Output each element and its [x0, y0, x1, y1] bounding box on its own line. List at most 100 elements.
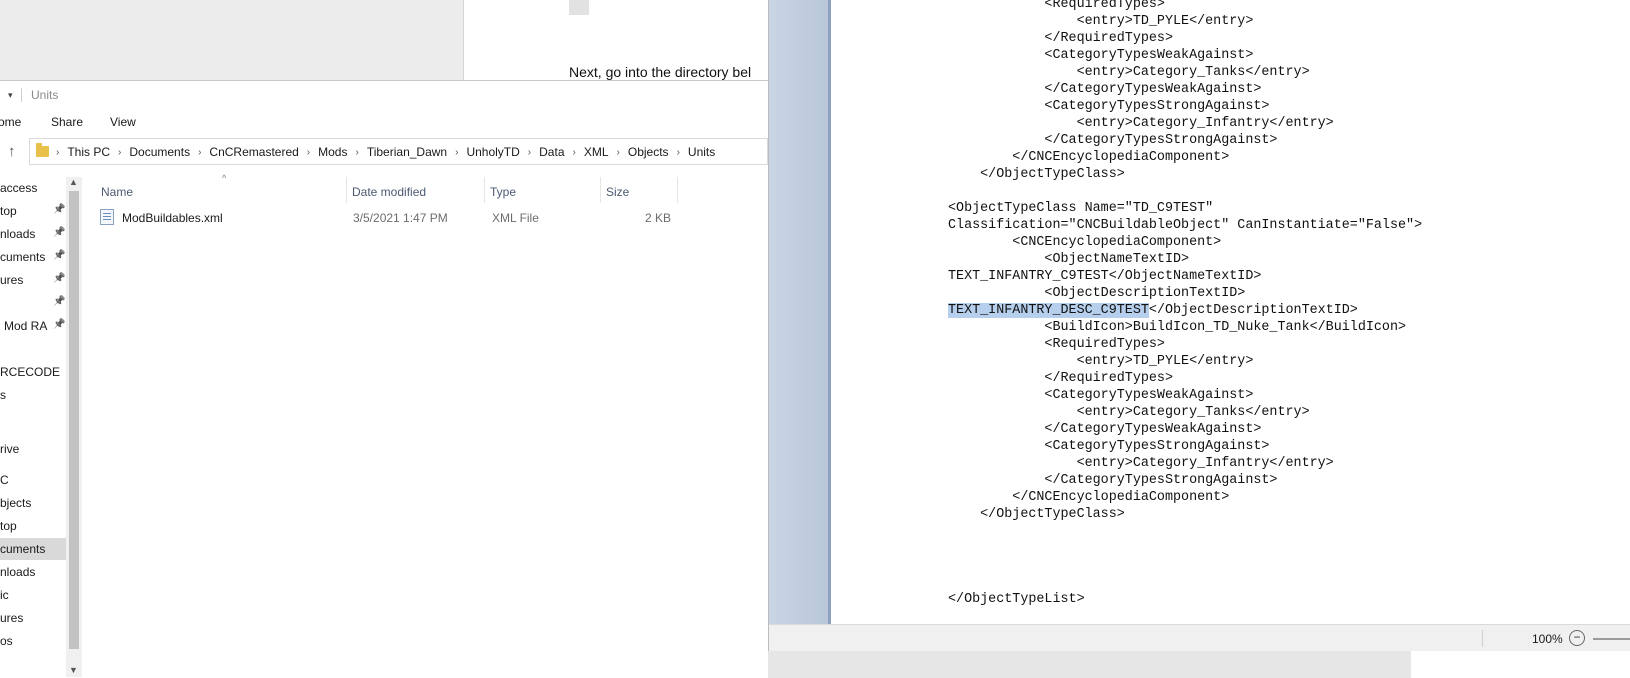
pin-icon[interactable]: 📌 — [53, 273, 65, 284]
selected-text[interactable]: TEXT_INFANTRY_DESC_C9TEST — [948, 303, 1149, 318]
chevron-right-icon[interactable]: › — [677, 147, 680, 158]
nav-item[interactable]: ic — [0, 584, 66, 606]
column-headers: ^ Name Date modified Type Size — [82, 173, 768, 205]
zoom-slider[interactable] — [1593, 638, 1630, 640]
nav-item[interactable]: cuments 📌 — [0, 246, 66, 268]
pin-icon[interactable]: 📌 — [53, 319, 65, 330]
breadcrumb-item[interactable]: Tiberian_Dawn — [367, 145, 447, 159]
nav-item[interactable]: os — [0, 630, 66, 652]
pin-icon[interactable]: 📌 — [53, 227, 65, 238]
breadcrumb-item[interactable]: UnholyTD — [466, 145, 519, 159]
column-divider[interactable] — [677, 177, 678, 203]
background-doc-image — [569, 0, 589, 15]
pin-icon[interactable]: 📌 — [53, 250, 65, 261]
breadcrumb-segment: › XML — [573, 145, 617, 159]
chevron-right-icon[interactable]: › — [528, 147, 531, 158]
column-divider[interactable] — [484, 177, 485, 203]
nav-item-label: ures — [0, 273, 24, 287]
column-divider[interactable] — [346, 177, 347, 203]
breadcrumb-item[interactable]: XML — [584, 145, 609, 159]
code-line: <RequiredTypes> — [948, 0, 1165, 12]
scroll-down-icon[interactable]: ▼ — [69, 665, 78, 675]
code-line: TEXT_INFANTRY_C9TEST</ObjectNameTextID> — [948, 269, 1262, 284]
quick-access-dropdown-icon[interactable]: ▾ — [8, 90, 13, 101]
nav-item[interactable]: nloads — [0, 561, 66, 583]
chevron-right-icon[interactable]: › — [455, 147, 458, 158]
nav-item[interactable]: access — [0, 177, 66, 199]
nav-item[interactable]: s — [0, 384, 66, 406]
zoom-out-icon[interactable]: − — [1569, 630, 1585, 646]
nav-item-label: C — [0, 473, 9, 487]
zoom-level[interactable]: 100% — [1532, 632, 1563, 646]
breadcrumb-segment: › This PC — [56, 145, 118, 159]
breadcrumb-segment: › UnholyTD — [455, 145, 528, 159]
nav-item[interactable]: ures — [0, 607, 66, 629]
breadcrumb-segment: › Tiberian_Dawn — [355, 145, 455, 159]
xml-content[interactable]: <RequiredTypes> <entry>TD_PYLE</entry> <… — [948, 0, 1422, 608]
nav-item[interactable]: nloads 📌 — [0, 223, 66, 245]
code-line: Classification="CNCBuildableObject" CanI… — [948, 218, 1423, 233]
chevron-right-icon[interactable]: › — [617, 147, 620, 158]
chevron-right-icon[interactable]: › — [573, 147, 576, 158]
breadcrumb-item[interactable]: Documents — [129, 145, 190, 159]
nav-item[interactable]: Mod RA 📌 — [0, 315, 66, 337]
nav-item[interactable]: cuments — [0, 538, 66, 560]
chevron-right-icon[interactable]: › — [307, 147, 310, 158]
breadcrumb-item[interactable]: Mods — [318, 145, 347, 159]
pin-icon[interactable]: 📌 — [53, 296, 65, 307]
nav-item[interactable]: RCECODE — [0, 361, 66, 383]
breadcrumb-item[interactable]: Objects — [628, 145, 669, 159]
code-line: </RequiredTypes> — [948, 31, 1173, 46]
breadcrumb-segment: › Objects — [617, 145, 677, 159]
nav-item-label: bjects — [0, 496, 32, 510]
navigation-pane: access top 📌 nloads 📌 cuments 📌 ures 📌 📌 Mod RA 📌 RC… — [0, 177, 66, 678]
chevron-right-icon[interactable]: › — [118, 147, 121, 158]
breadcrumb-item[interactable]: Units — [688, 145, 715, 159]
tab-share[interactable]: Share — [51, 115, 83, 129]
file-list: ^ Name Date modified Type Size ModBuilda… — [82, 173, 768, 678]
breadcrumb-segment: › Documents — [118, 145, 198, 159]
nav-item[interactable]: rive — [0, 438, 66, 460]
code-line: <entry>TD_PYLE</entry> — [948, 14, 1254, 29]
column-header-date[interactable]: Date modified — [352, 185, 426, 199]
nav-item[interactable]: top — [0, 515, 66, 537]
scroll-up-icon[interactable]: ▲ — [69, 177, 78, 187]
nav-item[interactable]: bjects — [0, 492, 66, 514]
file-row[interactable]: ModBuildables.xml 3/5/2021 1:47 PM XML Fil… — [100, 207, 768, 229]
breadcrumb-segment: › Mods — [307, 145, 356, 159]
column-header-type[interactable]: Type — [490, 185, 516, 199]
nav-item[interactable]: 📌 — [0, 292, 66, 314]
chevron-right-icon[interactable]: › — [198, 147, 201, 158]
page-margin — [769, 0, 831, 624]
navigation-scrollbar[interactable]: ▲ ▼ — [66, 177, 82, 677]
nav-item[interactable]: top 📌 — [0, 200, 66, 222]
ribbon-tabs: ome Share View — [0, 109, 768, 135]
pin-icon[interactable]: 📌 — [53, 204, 65, 215]
code-line: </CNCEncyclopediaComponent> — [948, 150, 1230, 165]
column-header-name[interactable]: Name — [101, 185, 133, 199]
up-arrow-icon[interactable]: ↑ — [8, 143, 16, 160]
nav-item-label: nloads — [0, 227, 36, 241]
xml-file-icon — [100, 209, 114, 225]
background-document: Next, go into the directory bel — [463, 0, 768, 80]
breadcrumb-item[interactable]: CnCRemastered — [209, 145, 298, 159]
code-line: <RequiredTypes> — [948, 337, 1165, 352]
column-divider[interactable] — [600, 177, 601, 203]
nav-item[interactable]: ures 📌 — [0, 269, 66, 291]
code-line: </RequiredTypes> — [948, 371, 1173, 386]
chevron-right-icon[interactable]: › — [56, 147, 59, 158]
column-header-size[interactable]: Size — [606, 185, 629, 199]
address-bar[interactable]: › This PC › Documents › CnCRemastered › Mods › Ti… — [29, 138, 768, 165]
nav-item-label: access — [0, 181, 38, 195]
file-type: XML File — [492, 211, 539, 225]
nav-item-label: Mod RA — [4, 319, 48, 333]
nav-item[interactable]: C — [0, 469, 66, 491]
chevron-right-icon[interactable]: › — [355, 147, 358, 158]
breadcrumb-item[interactable]: This PC — [67, 145, 110, 159]
scrollbar-thumb[interactable] — [69, 191, 79, 649]
tab-home[interactable]: ome — [0, 115, 21, 129]
breadcrumb-item[interactable]: Data — [539, 145, 564, 159]
editor-page[interactable]: <RequiredTypes> <entry>TD_PYLE</entry> <… — [834, 0, 1630, 624]
tab-view[interactable]: View — [110, 115, 136, 129]
